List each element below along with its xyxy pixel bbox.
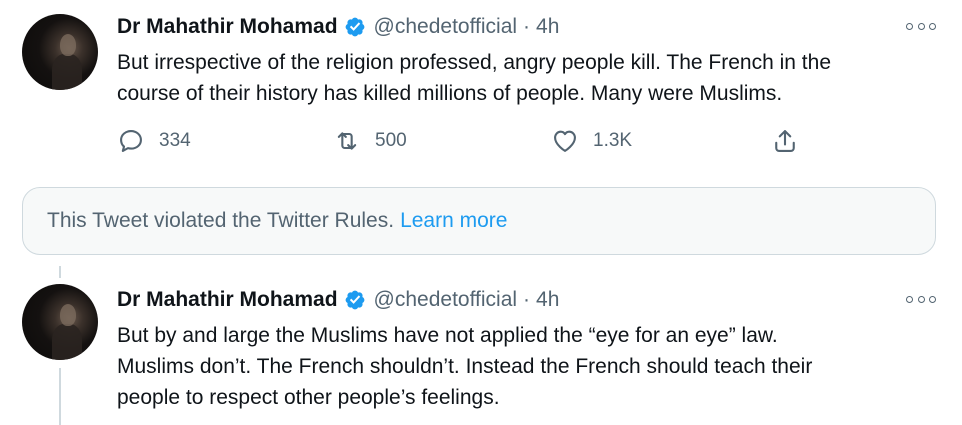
separator-dot: · <box>523 15 531 38</box>
tweet-violation-notice: This Tweet violated the Twitter Rules. L… <box>22 187 936 255</box>
like-icon <box>554 130 576 152</box>
like-button[interactable]: 1.3K <box>551 124 632 158</box>
like-count: 1.3K <box>593 130 633 151</box>
tweet-actions: 334 500 1.3K <box>117 124 817 158</box>
tweet-time[interactable]: 4h <box>536 15 559 39</box>
avatar[interactable] <box>22 14 98 90</box>
retweet-count: 500 <box>375 130 407 151</box>
tweet-time[interactable]: 4h <box>536 288 559 312</box>
tweet-text: But by and large the Muslims have not ap… <box>117 320 947 413</box>
more-icon[interactable] <box>906 289 936 309</box>
tweet-header: Dr Mahathir Mohamad @chedetofficial · 4h <box>117 12 559 42</box>
tweet-text-line: But irrespective of the religion profess… <box>117 51 831 74</box>
author-handle[interactable]: @chedetofficial <box>374 15 518 39</box>
learn-more-link[interactable]: Learn more <box>400 209 507 233</box>
avatar[interactable] <box>22 284 98 360</box>
reply-icon <box>120 130 142 152</box>
author-handle[interactable]: @chedetofficial <box>374 288 518 312</box>
verified-icon <box>345 290 364 310</box>
retweet-button[interactable]: 500 <box>333 124 407 158</box>
tweet-text-line: course of their history has killed milli… <box>117 82 783 105</box>
tweet-text-line: Muslims don’t. The French shouldn’t. Ins… <box>117 355 813 378</box>
author-name[interactable]: Dr Mahathir Mohamad <box>117 15 338 39</box>
tweet-header: Dr Mahathir Mohamad @chedetofficial · 4h <box>117 285 559 315</box>
verified-icon <box>345 17 364 37</box>
tweet-text: But irrespective of the religion profess… <box>117 47 947 109</box>
more-icon[interactable] <box>906 16 936 36</box>
tweet-1[interactable]: Dr Mahathir Mohamad @chedetofficial · 4h… <box>0 0 962 170</box>
share-icon <box>775 130 795 152</box>
share-button[interactable] <box>771 124 799 158</box>
separator-dot: · <box>523 288 531 311</box>
tweet-text-line: But by and large the Muslims have not ap… <box>117 324 778 347</box>
thread-line <box>59 368 61 425</box>
notice-text: This Tweet violated the Twitter Rules. <box>47 209 395 232</box>
tweet-2[interactable]: Dr Mahathir Mohamad @chedetofficial · 4h… <box>0 270 962 425</box>
reply-count: 334 <box>159 130 191 151</box>
tweet-text-line: people to respect other people’s feeling… <box>117 386 500 409</box>
retweet-icon <box>337 132 357 150</box>
author-name[interactable]: Dr Mahathir Mohamad <box>117 288 338 312</box>
reply-button[interactable]: 334 <box>117 124 191 158</box>
